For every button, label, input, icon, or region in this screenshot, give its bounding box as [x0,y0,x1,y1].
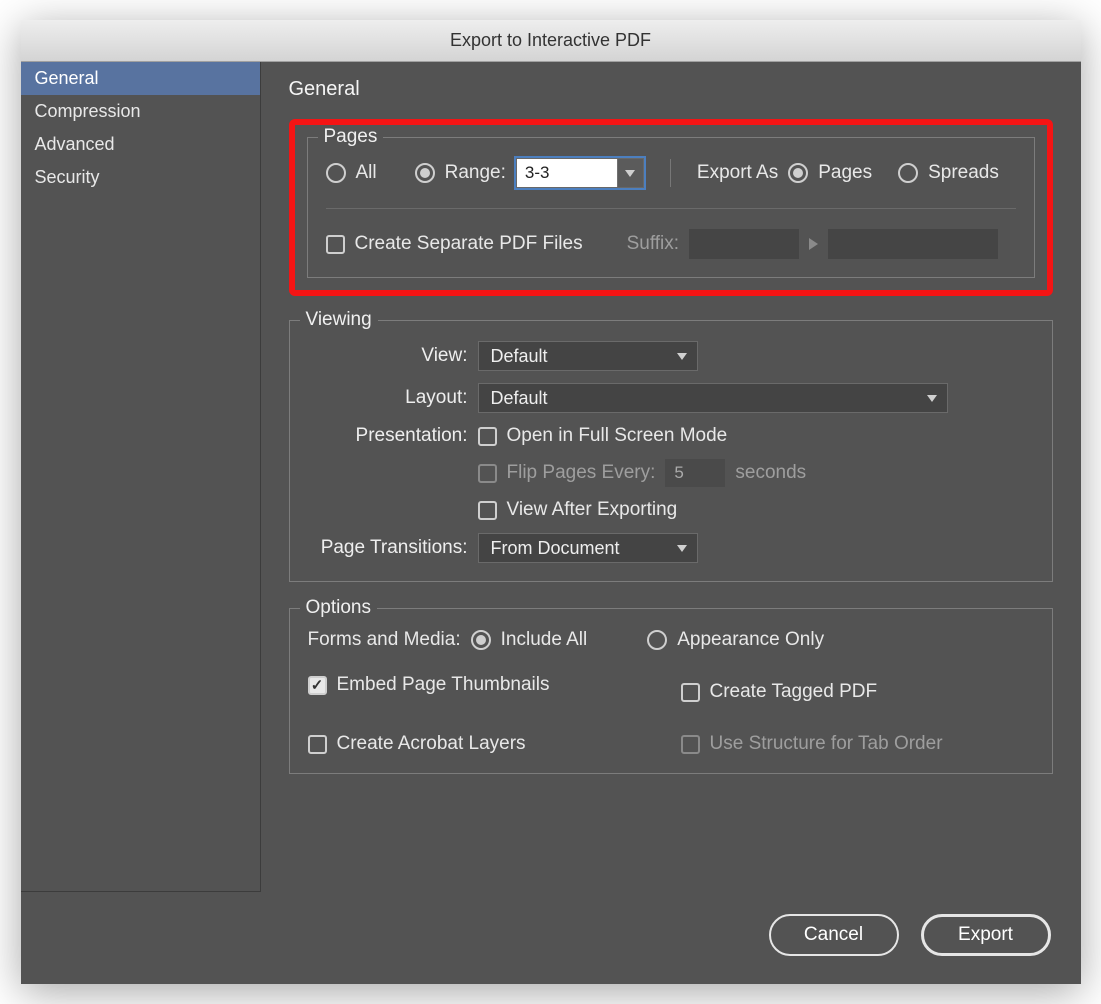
structure-tab-label: Use Structure for Tab Order [710,733,943,755]
main-panel: General Pages All Range: [261,62,1081,892]
chevron-down-icon [677,353,687,360]
tagged-pdf-label: Create Tagged PDF [710,681,878,703]
footer-area: Cancel Export [21,892,1081,984]
view-after-label: View After Exporting [507,499,678,521]
opt-acrobat-layers: Create Acrobat Layers [308,733,661,755]
panel-heading: General [289,78,1053,101]
view-select[interactable]: Default [478,341,698,371]
flip-row: Flip Pages Every: seconds [478,459,1034,487]
acrobat-layers-label: Create Acrobat Layers [337,733,526,755]
legend-pages: Pages [318,126,384,148]
flip-seconds-input [665,459,725,487]
legend-options: Options [300,597,377,619]
layout-value: Default [491,388,548,409]
options-grid: Embed Page Thumbnails Create Tagged PDF … [308,667,1034,755]
dialog-body: General Compression Advanced Security Ge… [21,62,1081,892]
sidebar-item-advanced[interactable]: Advanced [21,128,260,161]
sidebar-item-security[interactable]: Security [21,161,260,194]
checkbox-tagged-pdf[interactable] [681,683,700,702]
presentation-label: Presentation: [308,425,478,447]
checkbox-flip [478,464,497,483]
opt-structure-tab: Use Structure for Tab Order [681,733,1034,755]
chevron-down-icon [625,170,635,177]
radio-all-label: All [356,162,377,184]
checkbox-structure-tab [681,735,700,754]
layout-select[interactable]: Default [478,383,948,413]
checkbox-fullscreen[interactable] [478,427,497,446]
sidebar-item-label: Security [35,167,100,187]
presentation-row: Open in Full Screen Mode [478,425,1034,447]
fieldset-pages: Pages All Range: Export As [307,137,1035,278]
export-dialog: Export to Interactive PDF General Compre… [21,20,1081,984]
radio-pages[interactable] [788,163,808,183]
create-separate-label: Create Separate PDF Files [355,233,583,255]
viewing-grid: View: Default Layout: Default Presentati… [308,341,1034,563]
view-after-row: View After Exporting [478,499,1034,521]
export-button[interactable]: Export [921,914,1051,956]
sidebar: General Compression Advanced Security [21,62,261,892]
footer: Cancel Export [21,892,1081,984]
checkbox-create-separate[interactable] [326,235,345,254]
separator [670,159,671,187]
radio-all[interactable] [326,163,346,183]
dialog-titlebar: Export to Interactive PDF [21,20,1081,62]
opt-tagged-pdf: Create Tagged PDF [681,681,1034,703]
include-all-label: Include All [501,629,588,651]
legend-viewing: Viewing [300,309,378,331]
checkbox-embed-thumbs[interactable] [308,676,327,695]
radio-pages-label: Pages [818,162,872,184]
forms-row: Forms and Media: Include All Appearance … [308,629,1034,651]
sidebar-item-label: Compression [35,101,141,121]
cancel-button[interactable]: Cancel [769,914,899,956]
seconds-label: seconds [735,462,806,484]
radio-range-label: Range: [445,162,506,184]
sidebar-item-compression[interactable]: Compression [21,95,260,128]
radio-range[interactable] [415,163,435,183]
export-as-label: Export As [697,162,778,184]
suffix-input-1 [689,229,799,259]
sidebar-item-general[interactable]: General [21,62,260,95]
range-dropdown-button[interactable] [617,159,643,187]
opt-embed-thumbs: Embed Page Thumbnails [308,667,661,703]
chevron-down-icon [927,395,937,402]
view-label: View: [308,345,478,367]
arrow-right-icon [809,238,818,250]
transitions-value: From Document [491,538,620,559]
sidebar-item-label: General [35,68,99,88]
divider [326,208,1016,209]
range-input[interactable] [517,159,617,187]
suffix-input-2 [828,229,998,259]
checkbox-view-after[interactable] [478,501,497,520]
radio-spreads-label: Spreads [928,162,999,184]
radio-include-all[interactable] [471,630,491,650]
transitions-select[interactable]: From Document [478,533,698,563]
sidebar-item-label: Advanced [35,134,115,154]
suffix-label: Suffix: [627,233,679,255]
view-value: Default [491,346,548,367]
transitions-label: Page Transitions: [308,537,478,559]
cancel-button-label: Cancel [804,924,863,946]
radio-spreads[interactable] [898,163,918,183]
pages-row-2: Create Separate PDF Files Suffix: [326,229,1016,259]
export-button-label: Export [958,924,1013,946]
appearance-only-label: Appearance Only [677,629,824,651]
fieldset-options: Options Forms and Media: Include All App… [289,608,1053,774]
radio-appearance-only[interactable] [647,630,667,650]
layout-label: Layout: [308,387,478,409]
dialog-title: Export to Interactive PDF [450,30,651,50]
highlight-box: Pages All Range: Export As [289,119,1053,296]
range-combo[interactable] [516,158,644,188]
chevron-down-icon [677,545,687,552]
checkbox-acrobat-layers[interactable] [308,735,327,754]
embed-thumbs-label: Embed Page Thumbnails [337,674,550,696]
pages-row-1: All Range: Export As Pages [326,158,1016,188]
fullscreen-label: Open in Full Screen Mode [507,425,728,447]
fieldset-viewing: Viewing View: Default Layout: Default Pr… [289,320,1053,582]
flip-label: Flip Pages Every: [507,462,656,484]
forms-label: Forms and Media: [308,629,461,651]
